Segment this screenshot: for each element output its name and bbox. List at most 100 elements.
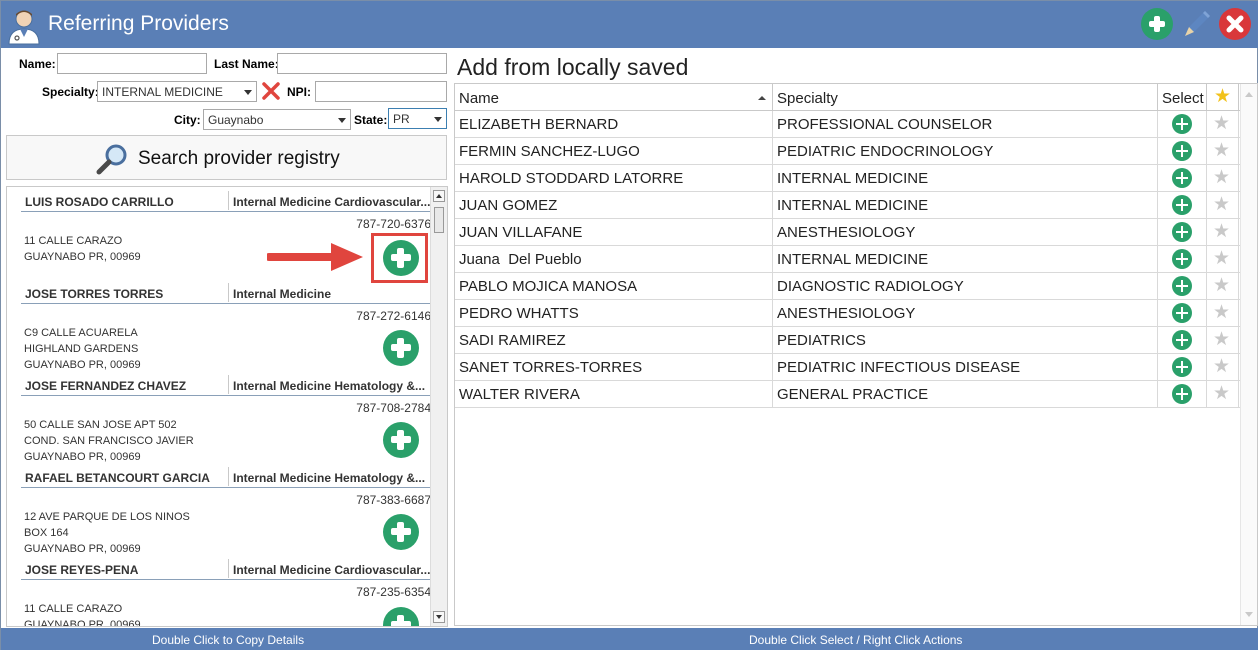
status-bar: Double Click to Copy Details Double Clic… xyxy=(1,628,1258,650)
saved-providers-grid[interactable]: Name Specialty Select ★ ELIZABETH BERNAR… xyxy=(454,83,1258,626)
select-plus-icon[interactable] xyxy=(1172,168,1192,188)
cell-specialty: PEDIATRIC ENDOCRINOLOGY xyxy=(773,138,1158,165)
address-line: GUAYNABO PR, 00969 xyxy=(24,619,141,627)
highlight-box xyxy=(371,233,428,283)
select-plus-icon[interactable] xyxy=(1172,276,1192,296)
cell-specialty: INTERNAL MEDICINE xyxy=(773,165,1158,192)
cell-favorite: ★ xyxy=(1207,273,1239,300)
saved-section-title: Add from locally saved xyxy=(457,54,689,80)
search-provider-registry-button[interactable]: Search provider registry xyxy=(6,135,447,180)
column-divider xyxy=(228,559,229,578)
provider-specialty: Internal Medicine Cardiovascular... xyxy=(233,195,431,209)
results-scrollbar[interactable] xyxy=(430,187,447,626)
star-icon[interactable]: ★ xyxy=(1213,114,1230,134)
table-row[interactable]: SADI RAMIREZ PEDIATRICS ★ xyxy=(455,327,1257,354)
select-plus-icon[interactable] xyxy=(1172,330,1192,350)
cell-name: ELIZABETH BERNARD xyxy=(455,111,773,138)
title-bar: Referring Providers xyxy=(1,1,1258,48)
cell-favorite: ★ xyxy=(1207,111,1239,138)
select-plus-icon[interactable] xyxy=(1172,357,1192,377)
specialty-select[interactable]: INTERNAL MEDICINE xyxy=(97,81,257,102)
search-button-label: Search provider registry xyxy=(138,148,340,169)
star-icon[interactable]: ★ xyxy=(1213,357,1230,377)
cell-specialty: PEDIATRICS xyxy=(773,327,1158,354)
scroll-down-icon[interactable] xyxy=(433,611,445,623)
state-select[interactable]: PR xyxy=(388,108,447,129)
column-divider xyxy=(228,467,229,486)
status-right: Double Click Select / Right Click Action… xyxy=(749,633,963,647)
table-row[interactable]: JUAN GOMEZ INTERNAL MEDICINE ★ xyxy=(455,192,1257,219)
magnifier-icon xyxy=(96,144,127,175)
table-row[interactable]: ELIZABETH BERNARD PROFESSIONAL COUNSELOR ★ xyxy=(455,111,1257,138)
list-item[interactable]: JOSE FERNANDEZ CHAVEZ Internal Medicine … xyxy=(21,373,433,465)
state-value: PR xyxy=(393,112,410,126)
grid-scrollbar[interactable] xyxy=(1240,84,1257,625)
star-icon[interactable]: ★ xyxy=(1213,384,1230,404)
column-header-select[interactable]: Select xyxy=(1158,84,1207,111)
name-label: Name: xyxy=(19,57,56,71)
scroll-up-icon[interactable] xyxy=(1245,92,1253,97)
specialty-label: Specialty: xyxy=(42,85,99,99)
table-row[interactable]: FERMIN SANCHEZ-LUGO PEDIATRIC ENDOCRINOLO… xyxy=(455,138,1257,165)
add-provider-plus-icon[interactable] xyxy=(383,514,419,550)
star-icon[interactable]: ★ xyxy=(1213,168,1230,188)
table-row[interactable]: PABLO MOJICA MANOSA DIAGNOSTIC RADIOLOGY ★ xyxy=(455,273,1257,300)
star-icon[interactable]: ★ xyxy=(1213,141,1230,161)
add-provider-plus-icon[interactable] xyxy=(383,607,419,626)
add-provider-plus-icon[interactable] xyxy=(383,422,419,458)
star-icon[interactable]: ★ xyxy=(1213,222,1230,242)
select-plus-icon[interactable] xyxy=(1172,384,1192,404)
table-row[interactable]: Juana Del Pueblo INTERNAL MEDICINE ★ xyxy=(455,246,1257,273)
city-select[interactable]: Guaynabo xyxy=(203,109,351,130)
select-plus-icon[interactable] xyxy=(1172,114,1192,134)
address-line: COND. SAN FRANCISCO JAVIER xyxy=(24,435,194,447)
cell-specialty: DIAGNOSTIC RADIOLOGY xyxy=(773,273,1158,300)
cell-specialty: PROFESSIONAL COUNSELOR xyxy=(773,111,1158,138)
provider-phone: 787-272-6146 xyxy=(356,309,431,323)
list-item[interactable]: JOSE REYES-PENA Internal Medicine Cardio… xyxy=(21,557,433,627)
list-item[interactable]: JOSE TORRES TORRES Internal Medicine 787… xyxy=(21,281,433,373)
scroll-down-icon[interactable] xyxy=(1245,612,1253,617)
table-row[interactable]: JUAN VILLAFANE ANESTHESIOLOGY ★ xyxy=(455,219,1257,246)
npi-input[interactable] xyxy=(315,81,447,102)
close-window-button[interactable] xyxy=(1219,8,1251,40)
clear-specialty-icon[interactable] xyxy=(261,81,281,101)
table-row[interactable]: WALTER RIVERA GENERAL PRACTICE ★ xyxy=(455,381,1257,408)
cell-select xyxy=(1158,165,1207,192)
list-item[interactable]: RAFAEL BETANCOURT GARCIA Internal Medici… xyxy=(21,465,433,557)
scroll-up-icon[interactable] xyxy=(433,190,445,202)
star-icon[interactable]: ★ xyxy=(1213,249,1230,269)
select-plus-icon[interactable] xyxy=(1172,141,1192,161)
star-icon[interactable]: ★ xyxy=(1213,303,1230,323)
scroll-thumb[interactable] xyxy=(434,207,444,233)
edit-pencil-icon[interactable] xyxy=(1179,8,1213,42)
address-line: 50 CALLE SAN JOSE APT 502 xyxy=(24,419,177,431)
table-row[interactable]: SANET TORRES-TORRES PEDIATRIC INFECTIOUS … xyxy=(455,354,1257,381)
table-row[interactable]: PEDRO WHATTS ANESTHESIOLOGY ★ xyxy=(455,300,1257,327)
cell-favorite: ★ xyxy=(1207,219,1239,246)
star-icon[interactable]: ★ xyxy=(1213,330,1230,350)
column-header-name[interactable]: Name xyxy=(455,84,773,111)
star-icon[interactable]: ★ xyxy=(1213,276,1230,296)
column-header-favorite[interactable]: ★ xyxy=(1207,84,1239,111)
provider-specialty: Internal Medicine Hematology &... xyxy=(233,379,426,393)
select-plus-icon[interactable] xyxy=(1172,303,1192,323)
last-name-input[interactable] xyxy=(277,53,447,74)
cell-select xyxy=(1158,138,1207,165)
add-provider-plus-icon[interactable] xyxy=(383,330,419,366)
select-plus-icon[interactable] xyxy=(1172,222,1192,242)
provider-specialty: Internal Medicine Cardiovascular... xyxy=(233,563,431,577)
city-label: City: xyxy=(174,113,201,127)
address-line: BOX 164 xyxy=(24,527,69,539)
cell-specialty: PEDIATRIC INFECTIOUS DISEASE xyxy=(773,354,1158,381)
result-header: LUIS ROSADO CARRILLO Internal Medicine C… xyxy=(21,189,433,212)
star-icon[interactable]: ★ xyxy=(1213,195,1230,215)
column-header-specialty[interactable]: Specialty xyxy=(773,84,1158,111)
select-plus-icon[interactable] xyxy=(1172,195,1192,215)
cell-favorite: ★ xyxy=(1207,138,1239,165)
cell-select xyxy=(1158,219,1207,246)
name-input[interactable] xyxy=(57,53,207,74)
select-plus-icon[interactable] xyxy=(1172,249,1192,269)
add-provider-button[interactable] xyxy=(1141,8,1173,40)
table-row[interactable]: HAROLD STODDARD LATORRE INTERNAL MEDICINE… xyxy=(455,165,1257,192)
